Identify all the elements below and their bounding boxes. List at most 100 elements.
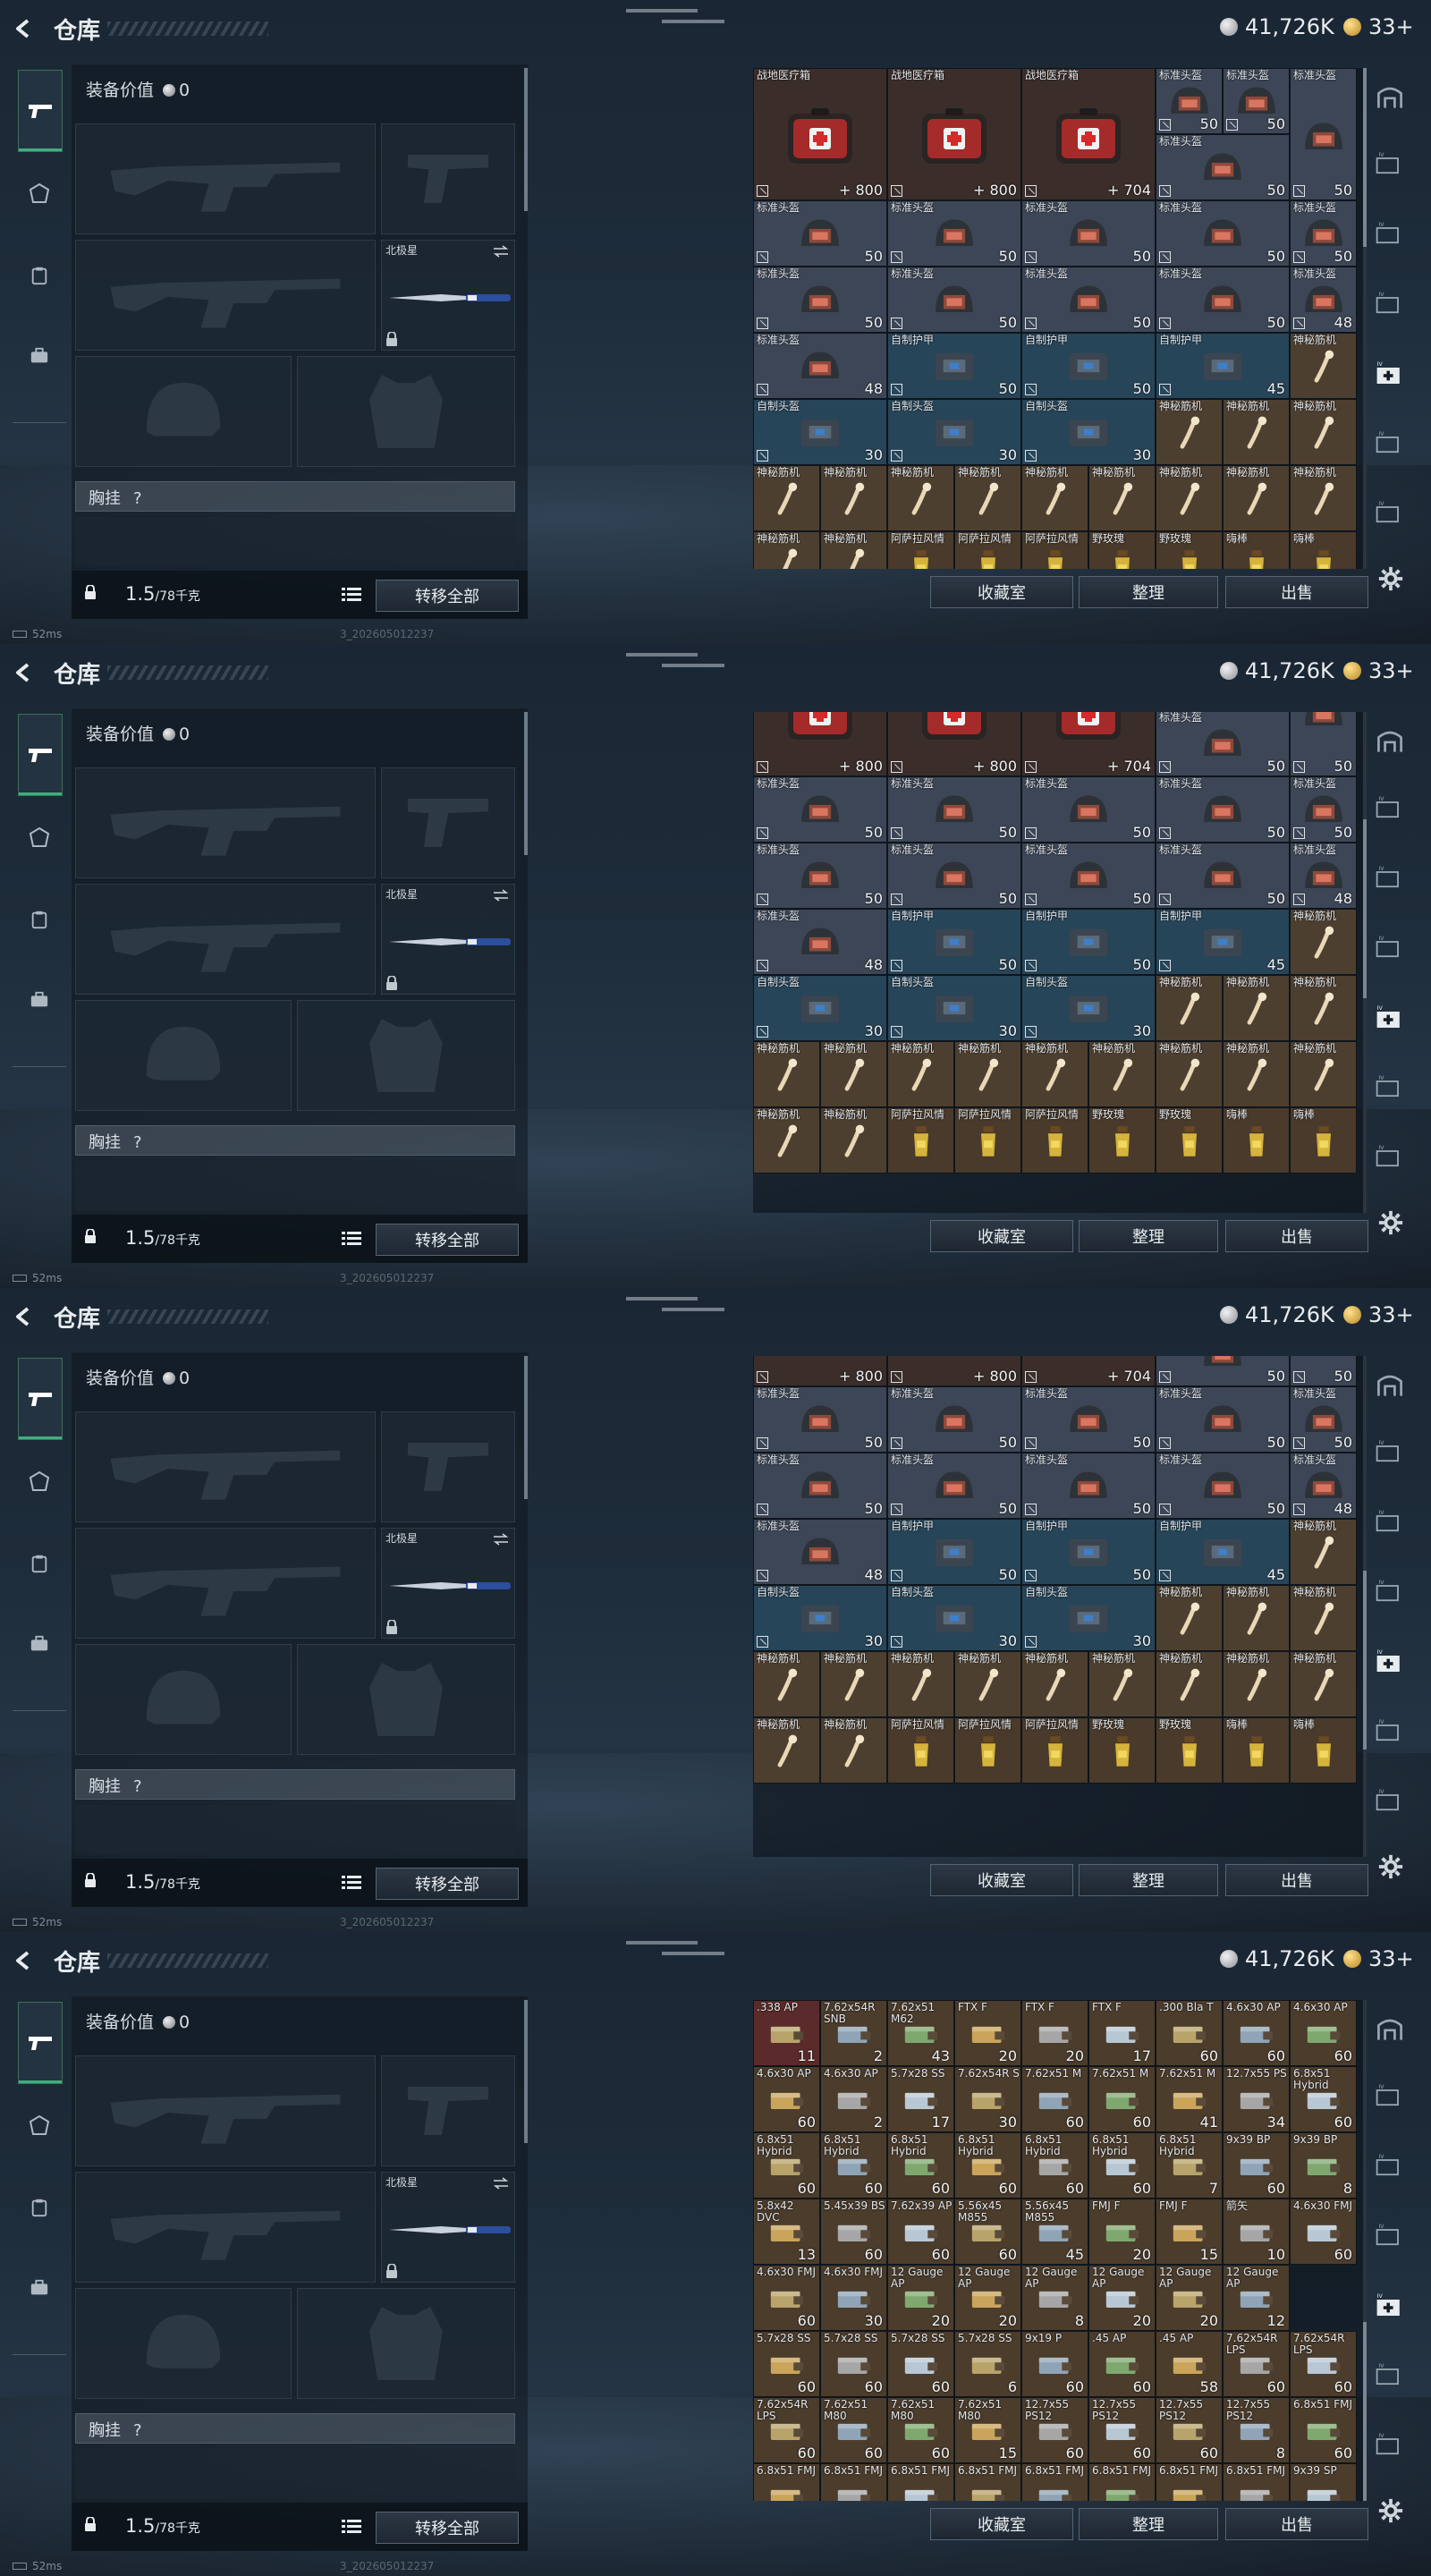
stash-item-armor[interactable]: 自制护甲 45 — [1156, 909, 1290, 975]
stash-item-bone[interactable]: 神秘筋机 — [1021, 465, 1088, 531]
transfer-all-button[interactable]: 转移全部 — [376, 580, 519, 612]
stash-item-helm[interactable]: 标准头盔 50 — [887, 776, 1021, 843]
ammo-item[interactable]: 12 Gauge AP 20 — [954, 2265, 1021, 2331]
rnav-base-icon[interactable] — [1374, 1368, 1410, 1404]
stash-item-bone[interactable]: 神秘筋机 — [1290, 975, 1357, 1041]
stash-item-med[interactable]: 战地医疗箱 + 800 — [887, 68, 1021, 200]
rnav-tv3-icon[interactable]: IV — [1374, 934, 1410, 970]
stash-item-bone[interactable]: 神秘筋机 — [753, 1651, 820, 1717]
stash-item-bone[interactable]: 神秘筋机 — [954, 465, 1021, 531]
stash-item-bone[interactable]: 神秘筋机 — [753, 1717, 820, 1784]
stash-item-helm[interactable]: 标准头盔 48 — [1290, 267, 1357, 333]
list-icon[interactable] — [342, 2519, 361, 2535]
sidearm-slot[interactable] — [381, 123, 515, 234]
ammo-item[interactable]: 5.56x45 M855 60 — [954, 2199, 1021, 2265]
stash-item-helm[interactable]: 标准头盔 50 — [1021, 1453, 1156, 1519]
stash-item-helm[interactable]: 50 — [1290, 1356, 1357, 1386]
ammo-item[interactable]: 6.8x51 FMJ — [954, 2463, 1021, 2501]
stash-item-armor[interactable]: 自制护甲 50 — [1021, 909, 1156, 975]
rnav-tv1-icon[interactable]: IV — [1374, 150, 1410, 186]
nav-armor-icon[interactable] — [20, 174, 59, 213]
chest-rig-help[interactable]: ? — [133, 489, 142, 508]
stash-scrollbar[interactable] — [1363, 68, 1367, 569]
ammo-item[interactable]: 5.7x28 SS 60 — [820, 2331, 887, 2397]
stash-item-helm[interactable]: 标准头盔 50 — [753, 1386, 887, 1453]
armor-slot[interactable] — [297, 1000, 515, 1111]
stash-item-armor[interactable]: 自制头盔 30 — [887, 399, 1021, 465]
rnav-tv4-icon[interactable]: IV — [1374, 1073, 1410, 1109]
stash-item-helm[interactable]: 标准头盔 50 — [1156, 1386, 1290, 1453]
ammo-item[interactable]: 7.62x51 M80 60 — [887, 2397, 954, 2463]
stash-item-bone[interactable]: 神秘筋机 — [1021, 1651, 1088, 1717]
stash-item-bone[interactable]: 神秘筋机 — [753, 531, 820, 569]
stash-item-bone[interactable]: 神秘筋机 — [1223, 1651, 1290, 1717]
stash-item-armor[interactable]: 自制护甲 45 — [1156, 1519, 1290, 1585]
sidearm-slot[interactable] — [381, 1411, 515, 1522]
armor-slot[interactable] — [297, 2288, 515, 2399]
vault-button[interactable]: 收藏室 — [930, 576, 1073, 608]
ammo-item[interactable]: 5.7x28 SS 17 — [887, 2066, 954, 2132]
stash-item-drink[interactable]: 野玫瑰 — [1088, 531, 1156, 569]
primary-weapon-slot[interactable] — [75, 123, 376, 234]
primary-weapon-slot[interactable] — [75, 1411, 376, 1522]
ammo-item[interactable]: FTX F 17 — [1088, 2000, 1156, 2066]
nav-supplies-icon[interactable] — [20, 900, 59, 939]
ammo-item[interactable]: 6.8x51 FMJ — [1156, 2463, 1223, 2501]
stash-item-helm[interactable]: 标准头盔 50 — [1156, 200, 1290, 267]
sell-button[interactable]: 出售 — [1225, 1220, 1368, 1252]
sell-button[interactable]: 出售 — [1225, 576, 1368, 608]
chest-rig-header[interactable]: 胸挂? — [75, 1769, 515, 1800]
stash-item-drink[interactable]: 野玫瑰 — [1156, 531, 1223, 569]
stash-item-bone[interactable]: 神秘筋机 — [753, 1041, 820, 1107]
secondary-weapon-slot[interactable] — [75, 240, 376, 351]
stash-item-helm[interactable]: 标准头盔 50 — [753, 843, 887, 909]
chest-rig-slot[interactable] — [75, 517, 515, 567]
primary-weapon-slot[interactable] — [75, 767, 376, 878]
ammo-item[interactable]: 6.8x51 FMJ — [1021, 2463, 1088, 2501]
stash-item-bone[interactable]: 神秘筋机 — [1156, 399, 1223, 465]
ammo-item[interactable]: 6.8x51 FMJ — [753, 2463, 820, 2501]
stash-item-drink[interactable]: 野玫瑰 — [1156, 1717, 1223, 1784]
secondary-weapon-slot[interactable] — [75, 884, 376, 995]
list-icon[interactable] — [342, 1231, 361, 1247]
helmet-slot[interactable] — [75, 2288, 292, 2399]
chest-rig-help[interactable]: ? — [133, 1133, 142, 1152]
stash-item-drink[interactable]: 嗨棒 — [1290, 1107, 1357, 1174]
rnav-tv4-icon[interactable]: IV — [1374, 1717, 1410, 1753]
stash-item-helm[interactable]: 标准头盔 50 — [1156, 712, 1290, 776]
stash-item-bone[interactable]: 神秘筋机 — [820, 1107, 887, 1174]
ammo-item[interactable]: 12.7x55 PS 34 — [1223, 2066, 1290, 2132]
ammo-item[interactable]: 12.7x55 PS12 60 — [1088, 2397, 1156, 2463]
stash-item-helm[interactable]: 标准头盔 50 — [1156, 776, 1290, 843]
ammo-item[interactable]: 4.6x30 AP 60 — [1223, 2000, 1290, 2066]
ammo-item[interactable]: .300 Bla T 60 — [1156, 2000, 1223, 2066]
ammo-item[interactable]: .45 AP 58 — [1156, 2331, 1223, 2397]
stash-item-helm[interactable]: 标准头盔 50 — [1223, 68, 1290, 134]
stash-item-armor[interactable]: 自制头盔 30 — [887, 1585, 1021, 1651]
rnav-base-icon[interactable] — [1374, 724, 1410, 760]
ammo-item[interactable]: 7.62x51 M80 60 — [820, 2397, 887, 2463]
stash-item-helm[interactable]: 标准头盔 48 — [1290, 843, 1357, 909]
armor-slot[interactable] — [297, 1644, 515, 1755]
gear-icon[interactable] — [1377, 565, 1406, 594]
rnav-med-icon[interactable]: IV — [1374, 2292, 1410, 2327]
ammo-item[interactable]: 6.8x51 Hybrid 60 — [954, 2132, 1021, 2199]
stash-item-med[interactable]: + 704 — [1021, 712, 1156, 776]
swap-icon[interactable] — [493, 244, 509, 258]
ammo-item[interactable]: 12 Gauge AP 20 — [1156, 2265, 1223, 2331]
ammo-item[interactable]: 箭矢 10 — [1223, 2199, 1290, 2265]
helmet-slot[interactable] — [75, 1644, 292, 1755]
stash-item-helm[interactable]: 标准头盔 50 — [887, 843, 1021, 909]
transfer-all-button[interactable]: 转移全部 — [376, 2512, 519, 2544]
stash-item-armor[interactable]: 自制护甲 50 — [887, 909, 1021, 975]
stash-item-helm[interactable]: 标准头盔 50 — [753, 200, 887, 267]
nav-case-icon[interactable] — [20, 1624, 59, 1664]
vault-button[interactable]: 收藏室 — [930, 1864, 1073, 1896]
stash-item-helm[interactable]: 50 — [1290, 712, 1357, 776]
ammo-item[interactable]: 7.62x39 AP 60 — [887, 2199, 954, 2265]
stash-item-helm[interactable]: 标准头盔 50 — [1156, 843, 1290, 909]
ammo-item[interactable]: 7.62x54R LPS 60 — [753, 2397, 820, 2463]
vault-button[interactable]: 收藏室 — [930, 1220, 1073, 1252]
gear-icon[interactable] — [1377, 1209, 1406, 1238]
loadout-scrollbar[interactable] — [524, 712, 528, 855]
